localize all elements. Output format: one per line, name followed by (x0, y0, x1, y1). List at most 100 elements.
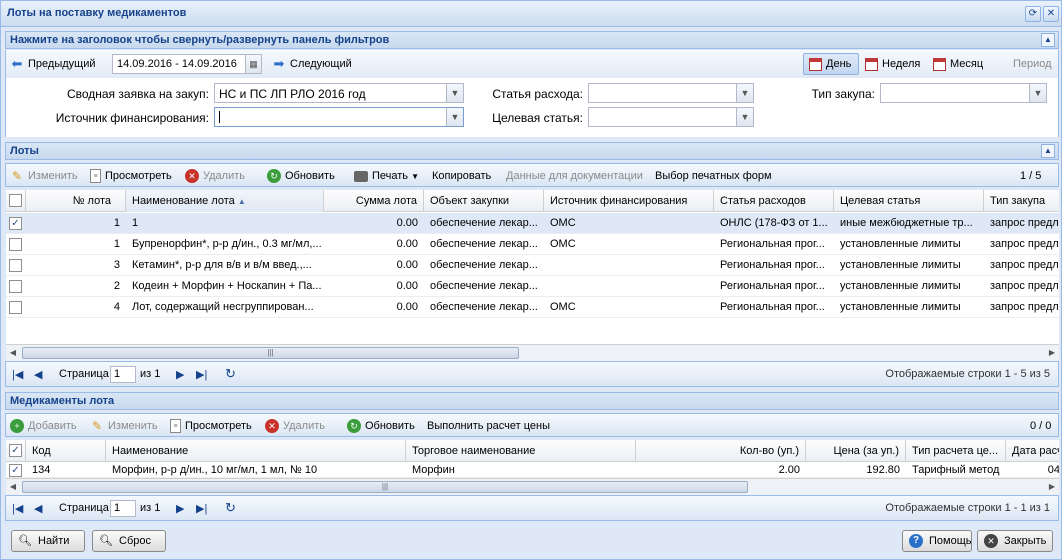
row-checkbox[interactable]: ✓ (9, 217, 22, 230)
lots-print-button[interactable]: Печать ▼ (354, 168, 419, 184)
next-page-icon[interactable]: ▶ (176, 368, 184, 381)
period-week-tab[interactable]: Неделя (859, 54, 926, 76)
row-checkbox[interactable] (9, 259, 22, 272)
col-med-name[interactable]: Наименование (106, 440, 406, 462)
chevron-down-icon[interactable]: ▼ (736, 84, 753, 102)
meds-panel-header[interactable]: Медикаменты лота (5, 392, 1059, 410)
meds-delete-button[interactable]: ✕ Удалить (265, 418, 325, 434)
prev-button[interactable]: ⬅ Предыдущий (10, 53, 96, 75)
meds-hscroll-thumb[interactable]: ||| (22, 481, 748, 493)
col-object[interactable]: Объект закупки (424, 190, 544, 212)
help-label: Помощь (929, 535, 972, 547)
select-all-checkbox[interactable]: ✓ (9, 444, 22, 457)
col-code[interactable]: Код (26, 440, 106, 462)
lots-delete-button[interactable]: ✕ Удалить (185, 168, 245, 184)
col-expense[interactable]: Статья расходов (714, 190, 834, 212)
scroll-left-icon[interactable]: ◀ (8, 482, 18, 491)
row-checkbox[interactable] (9, 280, 22, 293)
table-row[interactable]: ✓ 134 Морфин, р-р д/ин., 10 мг/мл, 1 мл, №… (6, 463, 1059, 478)
page-input[interactable]: 1 (110, 500, 136, 517)
col-lot-name[interactable]: Наименование лота ▲ (126, 190, 324, 212)
select-all-col[interactable] (6, 190, 26, 212)
close-button[interactable]: ✕ Закрыть (977, 530, 1053, 552)
col-trade-name[interactable]: Торговое наименование (406, 440, 636, 462)
meds-view-button[interactable]: ≡ Просмотреть (170, 418, 252, 434)
row-checkbox[interactable] (9, 238, 22, 251)
cell-type: запрос предл (990, 259, 1059, 271)
source-select[interactable]: ▼ (214, 107, 464, 127)
col-calc-type[interactable]: Тип расчета це... (906, 440, 1006, 462)
table-row[interactable]: 4 Лот, содержащий несгруппирован... 0.00 об… (6, 297, 1059, 318)
select-all-col[interactable]: ✓ (6, 440, 26, 462)
filters-panel-header[interactable]: Нажмите на заголовок чтобы свернуть/разв… (5, 31, 1059, 49)
meds-calc-button[interactable]: Выполнить расчет цены (427, 418, 550, 434)
refresh-window-icon[interactable]: ⟳ (1025, 6, 1041, 22)
table-row[interactable]: 2 Кодеин + Морфин + Носкапин + Па... 0.00 о… (6, 276, 1059, 297)
table-row[interactable]: 1 Бупренорфин*, р-р д/ин., 0.3 мг/мл,... 0… (6, 234, 1059, 255)
chevron-down-icon[interactable]: ▼ (446, 84, 463, 102)
collapse-up-icon[interactable]: ▲ (1041, 33, 1055, 47)
refresh-icon: ↻ (347, 419, 361, 434)
refresh-icon[interactable]: ↻ (225, 500, 236, 516)
first-page-icon[interactable]: |◀ (12, 368, 23, 381)
close-window-icon[interactable]: ✕ (1043, 6, 1059, 22)
refresh-icon[interactable]: ↻ (225, 366, 236, 382)
meds-hscroll[interactable]: ◀ ||| ▶ (6, 478, 1059, 495)
next-page-icon[interactable]: ▶ (176, 502, 184, 515)
col-lot-num[interactable]: № лота (26, 190, 126, 212)
period-month-tab[interactable]: Месяц (927, 54, 989, 76)
lots-view-button[interactable]: ≡ Просмотреть (90, 168, 172, 184)
meds-edit-button[interactable]: ✎ Изменить (90, 418, 158, 434)
request-value: НС и ПС ЛП РЛО 2016 год (219, 87, 366, 101)
scroll-right-icon[interactable]: ▶ (1047, 482, 1057, 491)
lots-refresh-button[interactable]: ↻ Обновить (267, 168, 335, 184)
table-row[interactable]: 3 Кетамин*, р-р для в/в и в/м введ.,... 0.… (6, 255, 1059, 276)
meds-refresh-button[interactable]: ↻ Обновить (347, 418, 415, 434)
lots-panel-header[interactable]: Лоты ▲ (5, 142, 1059, 160)
scroll-left-icon[interactable]: ◀ (8, 348, 18, 357)
lots-docs-data-button[interactable]: Данные для документации (506, 168, 643, 184)
col-source[interactable]: Источник финансирования (544, 190, 714, 212)
request-select[interactable]: НС и ПС ЛП РЛО 2016 год ▼ (214, 83, 464, 103)
collapse-up-icon[interactable]: ▲ (1041, 144, 1055, 158)
chevron-down-icon[interactable]: ▼ (1029, 84, 1046, 102)
reset-button[interactable]: 🔍︎ Сброс (92, 530, 166, 552)
find-button[interactable]: 🔍︎ Найти (11, 530, 85, 552)
col-target[interactable]: Целевая статья (834, 190, 984, 212)
next-button[interactable]: ➡ Следующий (272, 53, 352, 75)
last-page-icon[interactable]: ▶| (196, 502, 207, 515)
first-page-icon[interactable]: |◀ (12, 502, 23, 515)
period-custom-tab[interactable]: Период (1007, 54, 1058, 76)
target-select[interactable]: ▼ (588, 107, 754, 127)
lots-hscroll-thumb[interactable]: ||| (22, 347, 519, 359)
table-row[interactable]: ✓ 1 1 0.00 обеспечение лекар... ОМС ОНЛС (178-… (6, 213, 1059, 234)
cell-target: иные межбюджетные тр... (840, 217, 973, 229)
col-calc-date[interactable]: Дата расч (1006, 440, 1059, 462)
calendar-picker-icon[interactable]: ▦ (245, 55, 261, 73)
date-range-field[interactable]: 14.09.2016 - 14.09.2016 ▦ (112, 54, 262, 74)
scroll-right-icon[interactable]: ▶ (1047, 348, 1057, 357)
expense-select[interactable]: ▼ (588, 83, 754, 103)
meds-add-button[interactable]: + Добавить (10, 418, 77, 434)
row-checkbox[interactable] (9, 301, 22, 314)
col-lot-sum[interactable]: Сумма лота (324, 190, 424, 212)
col-price[interactable]: Цена (за уп.) (806, 440, 906, 462)
lots-edit-button[interactable]: ✎ Изменить (10, 168, 78, 184)
prev-page-icon[interactable]: ◀ (34, 502, 42, 515)
col-qty[interactable]: Кол-во (уп.) (636, 440, 806, 462)
lots-copy-button[interactable]: Копировать (432, 168, 491, 184)
period-day-tab[interactable]: День (803, 54, 857, 76)
col-type[interactable]: Тип закупа (984, 190, 1059, 212)
select-all-checkbox[interactable] (9, 194, 22, 207)
chevron-down-icon[interactable]: ▼ (446, 108, 463, 126)
cell-target: установленные лимиты (840, 259, 961, 271)
prev-page-icon[interactable]: ◀ (34, 368, 42, 381)
chevron-down-icon[interactable]: ▼ (736, 108, 753, 126)
lots-hscroll[interactable]: ◀ ||| ▶ (6, 344, 1059, 361)
help-button[interactable]: ? Помощь (902, 530, 972, 552)
lots-print-forms-button[interactable]: Выбор печатных форм (655, 168, 772, 184)
purchase-type-select[interactable]: ▼ (880, 83, 1047, 103)
last-page-icon[interactable]: ▶| (196, 368, 207, 381)
page-input[interactable]: 1 (110, 366, 136, 383)
row-checkbox[interactable]: ✓ (9, 464, 22, 477)
